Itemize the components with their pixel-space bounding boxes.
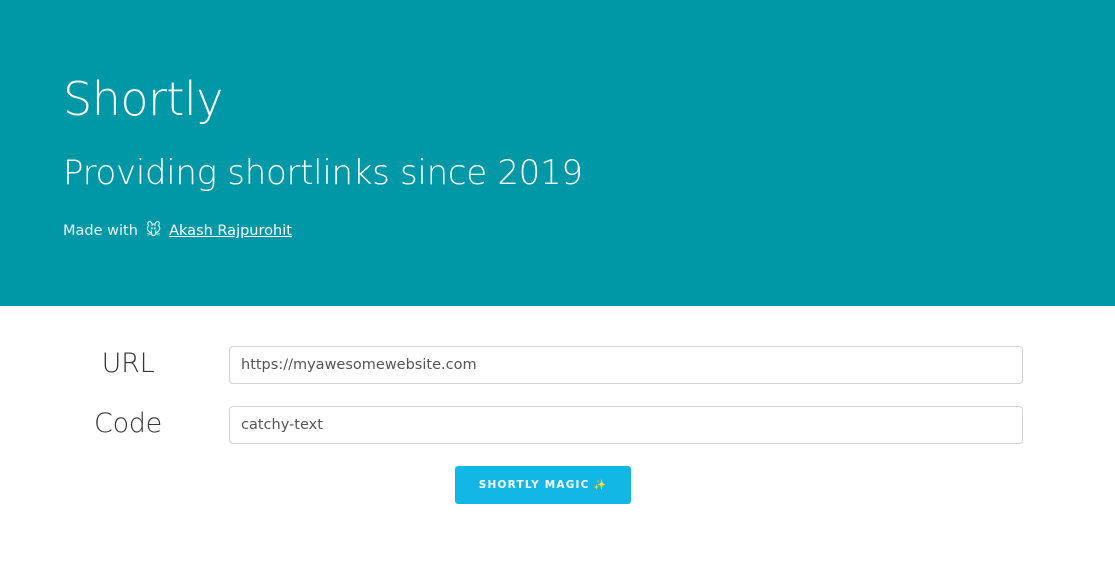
code-input[interactable]: [229, 406, 1023, 444]
hero-banner: Shortly Providing shortlinks since 2019 …: [0, 0, 1115, 306]
shorten-form: URL Code SHORTLY MAGIC✨: [0, 306, 1115, 574]
author-link[interactable]: Akash Rajpurohit: [169, 223, 292, 239]
page-title: Shortly: [63, 72, 223, 126]
shorten-submit-button[interactable]: SHORTLY MAGIC ✨: [455, 466, 631, 504]
code-label: Code: [94, 408, 162, 439]
credit-prefix: Made with: [63, 223, 138, 239]
page-subtitle: Providing shortlinks since 2019: [63, 153, 583, 193]
credit-line: Made with 🐭 Akash Rajpurohit: [63, 220, 292, 241]
submit-button-label: SHORTLY MAGIC: [478, 479, 590, 491]
url-input[interactable]: [229, 346, 1023, 384]
mouse-icon: 🐭: [145, 221, 162, 239]
url-label: URL: [101, 348, 155, 379]
sparkle-icon: ✨: [593, 480, 608, 491]
